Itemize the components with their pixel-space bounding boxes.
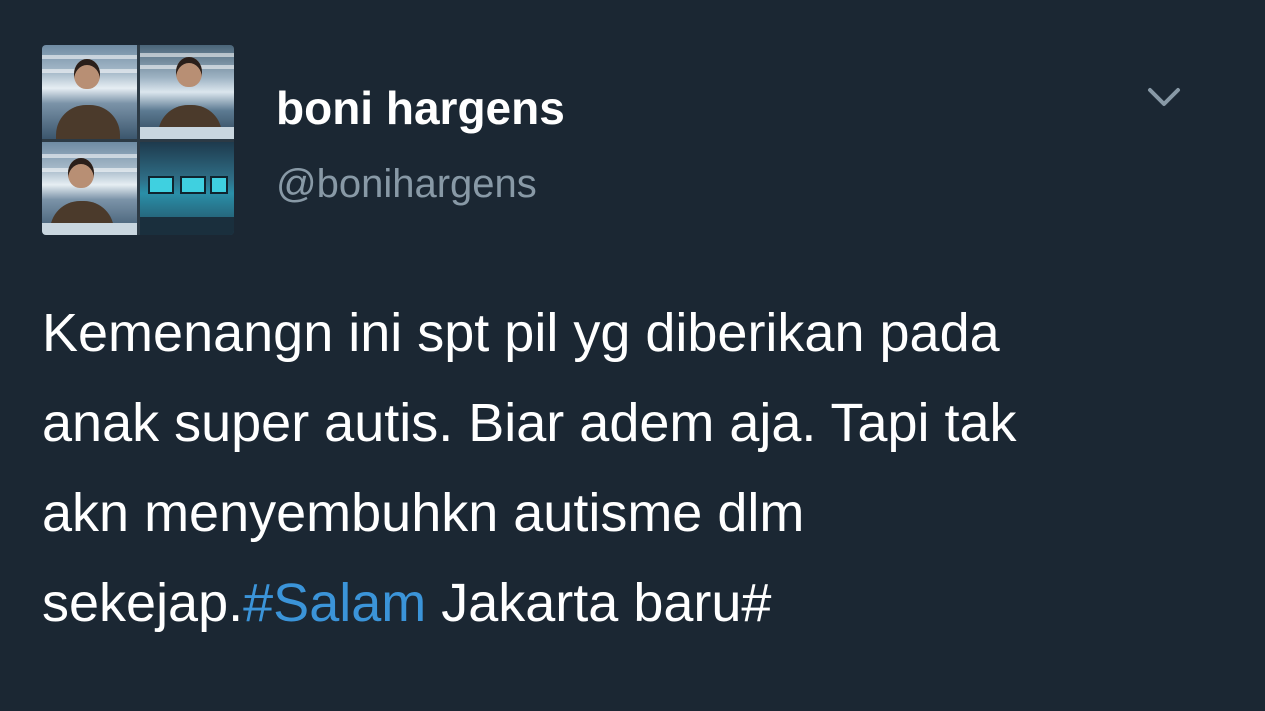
tweet-text-line: sekejap.#Salam Jakarta baru# bbox=[42, 558, 1242, 648]
user-handle[interactable]: @bonihargens bbox=[276, 158, 537, 210]
avatar-tile bbox=[139, 45, 234, 139]
tweet-text-line: akn menyembuhkn autisme dlm bbox=[42, 483, 805, 543]
avatar-tile bbox=[139, 141, 234, 235]
tweet-card: boni hargens @bonihargens Kemenangn ini … bbox=[0, 0, 1265, 711]
tweet-text-segment: Jakarta baru# bbox=[426, 573, 772, 633]
tweet-text-segment: sekejap. bbox=[42, 573, 244, 633]
avatar-tile bbox=[42, 141, 137, 235]
tweet-text-line: anak super autis. Biar adem aja. Tapi ta… bbox=[42, 393, 1017, 453]
avatar[interactable] bbox=[42, 45, 234, 235]
tweet-text-line: Kemenangn ini spt pil yg diberikan pada bbox=[42, 303, 1000, 363]
tweet-text: Kemenangn ini spt pil yg diberikan pada … bbox=[42, 288, 1242, 648]
chevron-down-icon[interactable] bbox=[1144, 82, 1184, 112]
avatar-tile bbox=[42, 45, 137, 139]
hashtag-link[interactable]: #Salam bbox=[243, 573, 426, 633]
display-name[interactable]: boni hargens bbox=[276, 80, 565, 136]
